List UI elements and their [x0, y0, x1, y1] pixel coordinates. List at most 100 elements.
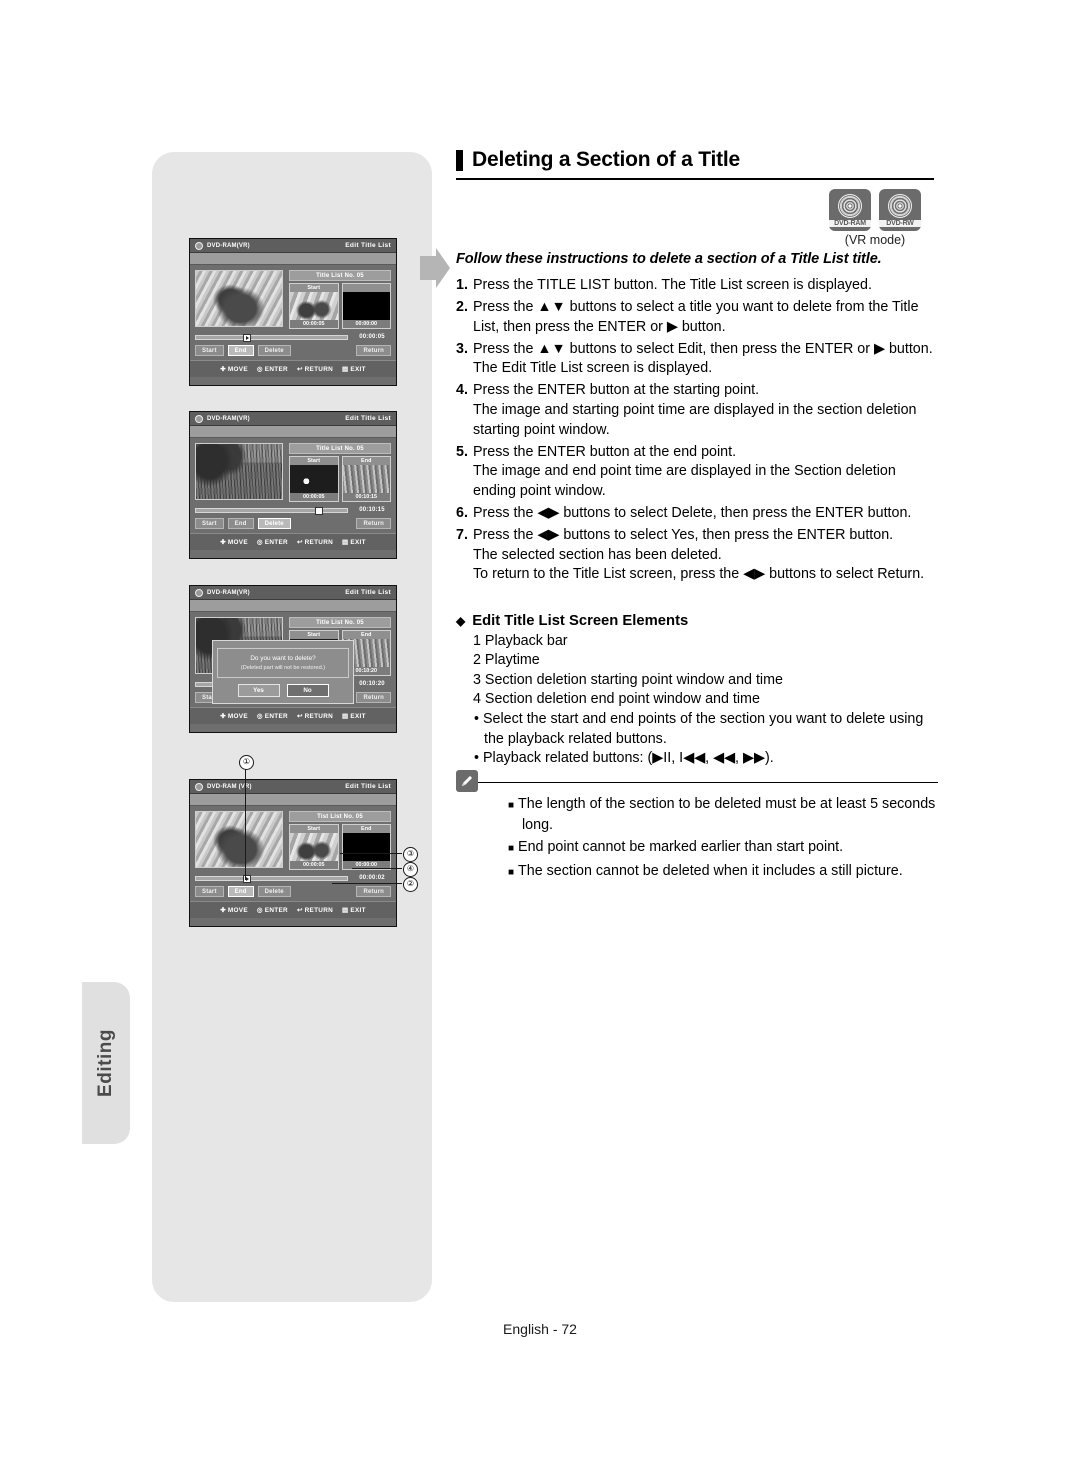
- dialog-subnote: (Deleted part will not be restored.): [240, 665, 326, 671]
- exit-hint: ▤ EXIT: [342, 906, 366, 915]
- delete-button[interactable]: Delete: [257, 886, 291, 897]
- playhead-handle[interactable]: [242, 333, 251, 342]
- note-text: The length of the section to be deleted …: [518, 796, 936, 833]
- badge-dvd-ram: DVD-RAM: [829, 189, 871, 231]
- end-caption: End: [342, 825, 390, 833]
- notes-divider: [456, 782, 938, 783]
- intro-text: Follow these instructions to delete a se…: [456, 251, 882, 267]
- element-bullet-text: Playback related buttons: (▶II, I◀◀, ◀◀,…: [482, 750, 774, 767]
- screen-header: DVD-RAM(VR) Edit Title List: [190, 239, 396, 253]
- dialog-question: Do you want to delete?: [250, 655, 316, 662]
- dialog-message-box: Do you want to delete? (Deleted part wil…: [217, 648, 349, 678]
- step-text: Press the ENTER button at the starting p…: [473, 382, 760, 399]
- step-item: 6. Press the ◀▶ buttons to select Delete…: [456, 504, 938, 524]
- screen-subbar: [190, 600, 396, 612]
- enter-hint: ◎ ENTER: [256, 538, 288, 547]
- return-hint: ↩ RETURN: [296, 906, 334, 915]
- page-title: Deleting a Section of a Title: [472, 148, 741, 171]
- title-accent-bar: [456, 149, 463, 171]
- badge-label: DVD-RW: [879, 219, 921, 227]
- playback-bar[interactable]: [195, 506, 348, 515]
- element-item: 2 Playtime: [473, 652, 540, 669]
- return-button[interactable]: Return: [356, 518, 391, 529]
- callout-leader-2: [332, 883, 402, 884]
- return-button[interactable]: Return: [356, 886, 391, 897]
- end-point-window: 00:00:00: [341, 283, 391, 329]
- return-hint: ↩ RETURN: [296, 365, 334, 374]
- end-button[interactable]: End: [227, 886, 254, 897]
- title-list-label: Title List No. 05: [289, 270, 391, 281]
- step-subtext: The image and end point time are display…: [473, 463, 896, 499]
- device-screenshot-1: DVD-RAM(VR) Edit Title List Title List N…: [189, 238, 397, 386]
- playhead-handle[interactable]: [242, 874, 251, 883]
- callout-2: ②: [403, 877, 418, 892]
- steps-list: 1. Press the TITLE LIST button. The Titl…: [456, 276, 938, 587]
- move-hint: ✚ MOVE: [220, 538, 248, 547]
- badge-label: DVD-RAM: [829, 219, 871, 227]
- disc-indicator-icon: [195, 414, 203, 423]
- return-hint: ↩ RETURN: [296, 538, 334, 547]
- element-item: 4 Section deletion end point window and …: [473, 691, 760, 708]
- start-button[interactable]: Start: [195, 886, 224, 897]
- start-time: 00:00:05: [290, 493, 338, 501]
- main-preview-image: [195, 811, 283, 868]
- step-text: Press the TITLE LIST button. The Title L…: [473, 277, 872, 293]
- playback-bar[interactable]: [195, 874, 348, 883]
- callout-4: ④: [403, 862, 418, 877]
- delete-button[interactable]: Delete: [257, 518, 291, 529]
- arrow-pointer-icon: [420, 248, 450, 288]
- return-button[interactable]: Return: [356, 692, 391, 703]
- element-bullet: • Playback related buttons: (▶II, I◀◀, ◀…: [474, 750, 774, 767]
- enter-hint: ◎ ENTER: [256, 906, 288, 915]
- screen-header: DVD-RAM(VR) Edit Title List: [190, 586, 396, 600]
- end-button[interactable]: End: [227, 345, 254, 356]
- dialog-yes-button[interactable]: Yes: [237, 684, 280, 697]
- playback-bar[interactable]: [195, 333, 348, 342]
- callout-3: ③: [403, 847, 418, 862]
- exit-hint: ▤ EXIT: [342, 365, 366, 374]
- step-number: 6.: [456, 505, 468, 522]
- start-point-window: Start 00:00:05: [289, 456, 339, 502]
- return-button[interactable]: Return: [356, 345, 391, 356]
- callout-leader-4: [352, 868, 402, 869]
- disc-icon: [838, 193, 862, 218]
- screen-title: Edit Title List: [345, 589, 391, 596]
- start-button[interactable]: Start: [195, 345, 224, 356]
- step-item: 7. Press the ◀▶ buttons to select Yes, t…: [456, 526, 938, 585]
- start-point-window: Start 00:00:05: [289, 824, 339, 870]
- start-button[interactable]: Start: [195, 518, 224, 529]
- start-caption: Start: [290, 284, 338, 292]
- start-point-window: Start 00:00:05: [289, 283, 339, 329]
- vr-mode-note: (VR mode): [844, 233, 906, 247]
- delete-button[interactable]: Delete: [257, 345, 291, 356]
- screen-subbar: [190, 794, 396, 806]
- enter-hint: ◎ ENTER: [256, 712, 288, 721]
- note-item: ■ The section cannot be deleted when it …: [508, 862, 938, 883]
- screen-body: Title List No. 05 Start 00:00:05 End 00:…: [190, 438, 396, 533]
- step-item: 1. Press the TITLE LIST button. The Titl…: [456, 276, 938, 296]
- step-text: Press the ▲▼ buttons to select Edit, the…: [473, 340, 933, 377]
- screen-elements-section: ◆ Edit Title List Screen Elements 1 Play…: [456, 612, 938, 769]
- end-caption: [342, 284, 390, 292]
- page-footer: English - 72: [503, 1321, 577, 1337]
- enter-hint: ◎ ENTER: [256, 365, 288, 374]
- step-number: 7.: [456, 527, 468, 544]
- step-number: 5.: [456, 443, 468, 460]
- dialog-no-button[interactable]: No: [286, 684, 329, 697]
- note-text: End point cannot be marked earlier than …: [518, 839, 844, 856]
- step-item: 5. Press the ENTER button at the end poi…: [456, 443, 938, 502]
- end-button[interactable]: End: [227, 518, 254, 529]
- confirm-delete-dialog: Do you want to delete? (Deleted part wil…: [212, 640, 354, 704]
- note-text: The section cannot be deleted when it in…: [518, 862, 903, 879]
- callout-1: ①: [239, 755, 254, 770]
- move-hint: ✚ MOVE: [220, 365, 248, 374]
- main-preview-image: [195, 443, 283, 500]
- screen-elements-heading-text: Edit Title List Screen Elements: [472, 613, 689, 629]
- note-item: ■ End point cannot be marked earlier tha…: [508, 838, 938, 859]
- screen-elements-heading: ◆ Edit Title List Screen Elements: [456, 612, 938, 632]
- step-text: Press the ◀▶ buttons to select Delete, t…: [473, 505, 912, 522]
- playhead-handle[interactable]: [315, 506, 324, 515]
- end-time: 00:00:00: [342, 320, 390, 328]
- end-point-window: End 00:10:15: [341, 456, 391, 502]
- disc-type-label: DVD-RAM(VR): [207, 415, 250, 422]
